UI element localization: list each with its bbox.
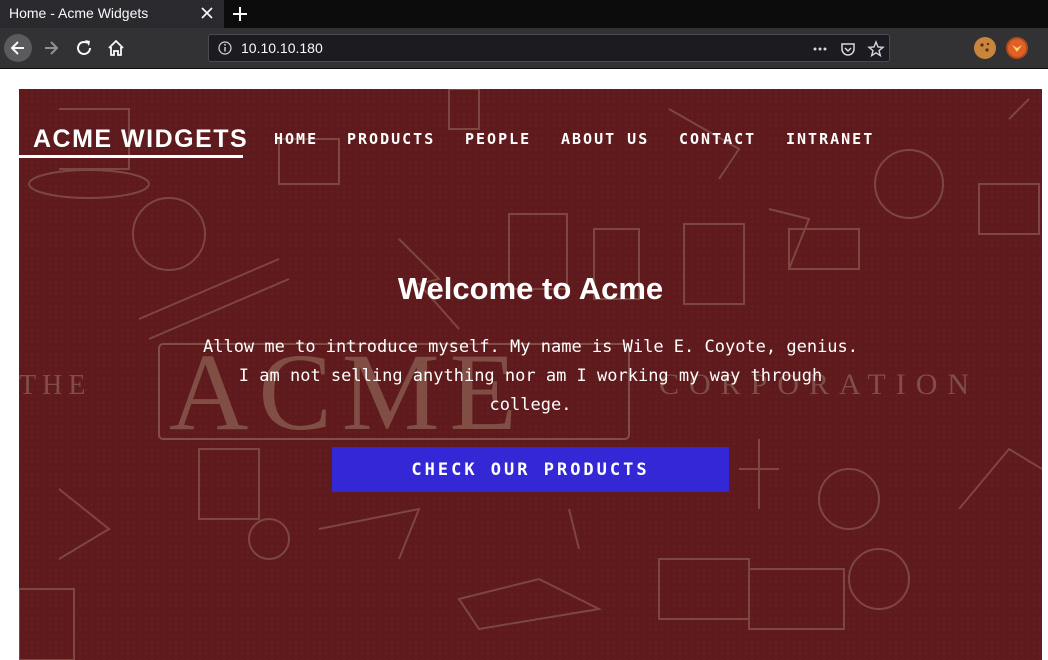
browser-tab[interactable]: Home - Acme Widgets — [0, 0, 224, 28]
back-arrow-icon[interactable] — [4, 34, 32, 62]
nav-people[interactable]: PEOPLE — [465, 130, 531, 148]
brand-logo[interactable]: ACME WIDGETS — [33, 125, 248, 154]
star-icon[interactable] — [867, 40, 885, 58]
nav-products[interactable]: PRODUCTS — [347, 130, 435, 148]
intro-line: I am not selling anything nor am I worki… — [238, 366, 823, 386]
intro-line: college. — [489, 395, 572, 415]
nav-home[interactable]: HOME — [274, 130, 318, 148]
cookie-extension-icon[interactable] — [974, 37, 996, 59]
nav-intranet[interactable]: INTRANET — [786, 130, 874, 148]
hero-section: THE ACME CORPORATION ACME WIDGETS HOME P… — [19, 89, 1042, 660]
close-icon[interactable] — [196, 2, 218, 24]
nav-contact[interactable]: CONTACT — [679, 130, 756, 148]
more-icon[interactable] — [811, 40, 829, 58]
svg-text:THE: THE — [19, 370, 91, 401]
intro-line: Allow me to introduce myself. My name is… — [202, 337, 859, 357]
home-icon[interactable] — [102, 34, 130, 62]
url-text[interactable]: 10.10.10.180 — [241, 40, 323, 56]
nav-about-us[interactable]: ABOUT US — [561, 130, 649, 148]
info-icon[interactable] — [217, 40, 233, 56]
pocket-icon[interactable] — [839, 40, 857, 58]
fox-extension-icon[interactable] — [1006, 37, 1028, 59]
tab-title: Home - Acme Widgets — [9, 5, 149, 21]
tab-strip: Home - Acme Widgets — [0, 0, 1048, 28]
hero-headline: Welcome to Acme — [397, 271, 664, 306]
forward-arrow-icon[interactable] — [38, 34, 66, 62]
hero-intro-text: Allow me to introduce myself. My name is… — [169, 333, 892, 420]
brand-underline — [19, 155, 243, 158]
plus-icon[interactable] — [228, 2, 252, 26]
check-products-button[interactable]: CHECK OUR PRODUCTS — [332, 447, 729, 492]
browser-toolbar: 10.10.10.180 — [0, 28, 1048, 69]
address-bar[interactable]: 10.10.10.180 — [208, 34, 890, 62]
reload-icon[interactable] — [70, 34, 98, 62]
